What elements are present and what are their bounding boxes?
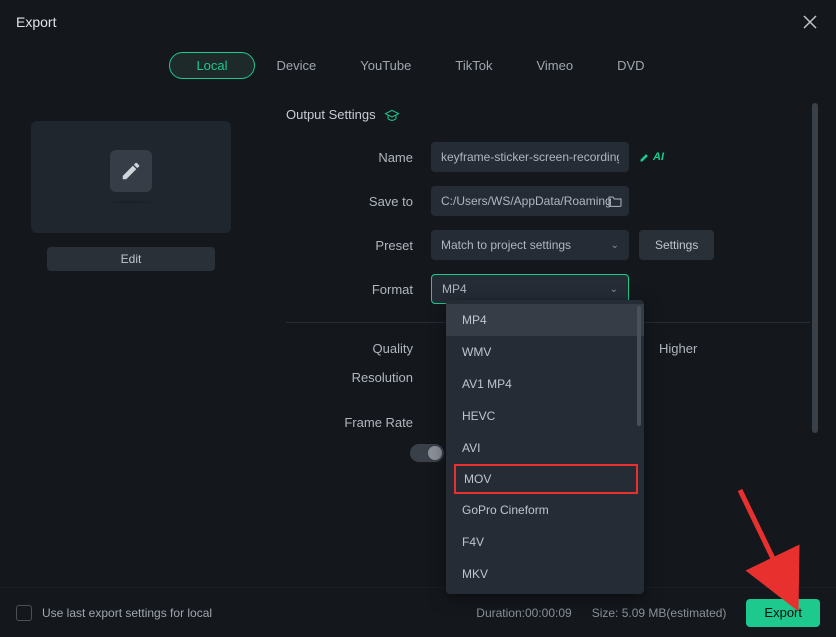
format-option-gopro[interactable]: GoPro Cineform xyxy=(446,494,644,526)
scrollbar[interactable] xyxy=(812,103,820,433)
saveto-input[interactable] xyxy=(431,186,629,216)
chevron-down-icon: ⌄ xyxy=(611,240,619,251)
graduation-cap-icon xyxy=(384,108,400,122)
preset-select[interactable]: Match to project settings ⌄ xyxy=(431,230,629,260)
name-row: Name AI xyxy=(286,142,810,172)
preset-label: Preset xyxy=(286,238,431,253)
format-value: MP4 xyxy=(442,282,467,296)
export-window: Export Local Device YouTube TikTok Vimeo… xyxy=(0,0,836,637)
quality-label: Quality xyxy=(286,341,431,356)
toggle-switch[interactable] xyxy=(410,444,444,462)
preset-row: Preset Match to project settings ⌄ Setti… xyxy=(286,230,810,260)
folder-browse-button[interactable] xyxy=(607,194,623,208)
tab-vimeo[interactable]: Vimeo xyxy=(514,52,595,79)
folder-icon xyxy=(607,194,623,208)
pencil-icon xyxy=(120,160,142,182)
format-option-mp4[interactable]: MP4 xyxy=(446,304,644,336)
titlebar: Export xyxy=(0,0,836,44)
export-button[interactable]: Export xyxy=(746,599,820,627)
format-option-avi[interactable]: AVI xyxy=(446,432,644,464)
footer: Use last export settings for local Durat… xyxy=(0,587,836,637)
format-option-wmv[interactable]: WMV xyxy=(446,336,644,368)
preview-placeholder-icon xyxy=(110,150,152,192)
dropdown-scrollbar[interactable] xyxy=(637,306,641,426)
output-settings-heading: Output Settings xyxy=(286,107,810,122)
format-option-av1mp4[interactable]: AV1 MP4 xyxy=(446,368,644,400)
framerate-label: Frame Rate xyxy=(286,415,431,430)
preview-thumbnail[interactable] xyxy=(31,121,231,233)
tab-local[interactable]: Local xyxy=(169,52,254,79)
tab-tiktok[interactable]: TikTok xyxy=(433,52,514,79)
format-option-mkv[interactable]: MKV xyxy=(446,558,644,590)
footer-right: Duration:00:00:09 Size: 5.09 MB(estimate… xyxy=(476,599,820,627)
resolution-label: Resolution xyxy=(286,370,431,385)
preview-column: Edit xyxy=(16,93,246,575)
preview-shadow xyxy=(104,200,158,204)
duration-info: Duration:00:00:09 xyxy=(476,606,571,620)
close-icon xyxy=(803,15,817,29)
window-title: Export xyxy=(16,14,56,30)
use-last-settings-label: Use last export settings for local xyxy=(42,606,212,620)
output-settings-label: Output Settings xyxy=(286,107,376,122)
preset-settings-button[interactable]: Settings xyxy=(639,230,714,260)
use-last-settings-checkbox[interactable] xyxy=(16,605,32,621)
saveto-label: Save to xyxy=(286,194,431,209)
name-label: Name xyxy=(286,150,431,165)
edit-button[interactable]: Edit xyxy=(47,247,215,271)
format-dropdown: MP4 WMV AV1 MP4 HEVC AVI MOV GoPro Cinef… xyxy=(446,300,644,594)
ai-icon[interactable]: AI xyxy=(639,151,664,163)
footer-left: Use last export settings for local xyxy=(16,605,212,621)
format-option-f4v[interactable]: F4V xyxy=(446,526,644,558)
format-option-hevc[interactable]: HEVC xyxy=(446,400,644,432)
pencil-small-icon xyxy=(639,151,651,163)
content-area: Edit Output Settings Name AI Save to xyxy=(0,93,836,587)
chevron-down-icon: ⌄ xyxy=(610,284,618,295)
tab-dvd[interactable]: DVD xyxy=(595,52,666,79)
preset-value: Match to project settings xyxy=(441,238,571,252)
quality-higher-label: Higher xyxy=(659,341,697,356)
tab-device[interactable]: Device xyxy=(255,52,339,79)
tabs-bar: Local Device YouTube TikTok Vimeo DVD xyxy=(0,44,836,93)
close-button[interactable] xyxy=(800,12,820,32)
size-info: Size: 5.09 MB(estimated) xyxy=(592,606,727,620)
saveto-row: Save to xyxy=(286,186,810,216)
tab-youtube[interactable]: YouTube xyxy=(338,52,433,79)
format-label: Format xyxy=(286,282,431,297)
name-input[interactable] xyxy=(431,142,629,172)
format-option-mov[interactable]: MOV xyxy=(454,464,638,494)
